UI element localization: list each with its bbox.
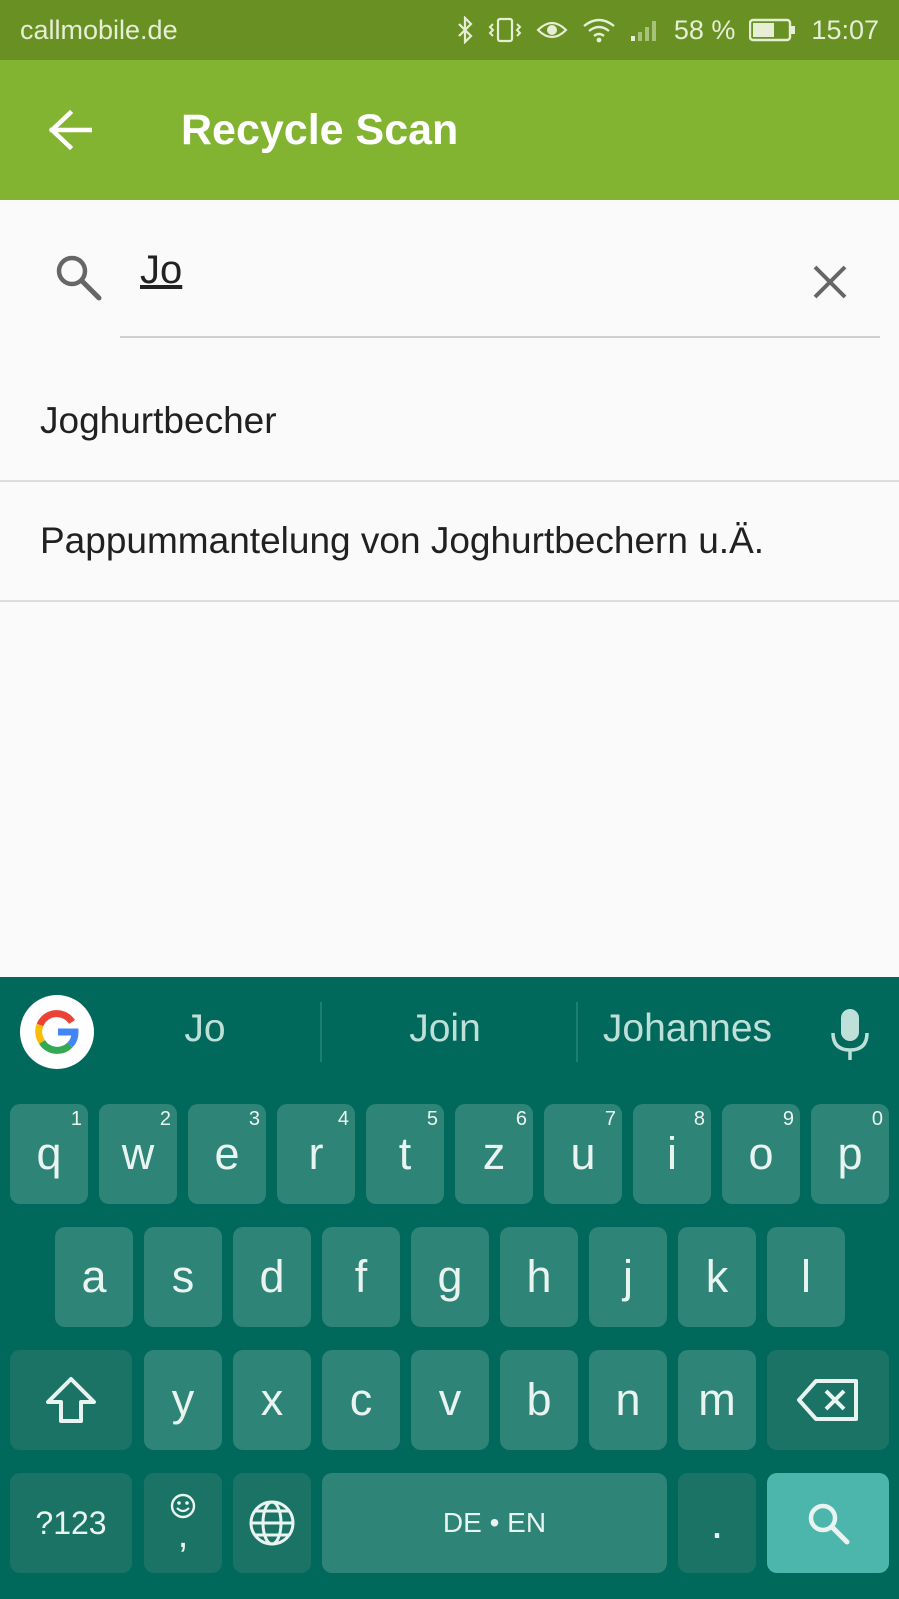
key-l[interactable]: l (767, 1227, 845, 1327)
wifi-icon (582, 17, 616, 43)
suggestion-1[interactable]: Jo (140, 1007, 270, 1051)
suggestion-2[interactable]: Join (360, 1007, 530, 1051)
search-query: Jo (140, 248, 183, 292)
search-icon (804, 1499, 852, 1547)
status-icons: 58 % 15:07 (456, 15, 879, 46)
period-key[interactable]: . (678, 1473, 756, 1573)
battery-percent: 58 % (673, 14, 736, 45)
app-bar: Recycle Scan (0, 60, 899, 200)
backspace-key[interactable] (767, 1350, 889, 1450)
clock: 15:07 (811, 14, 879, 45)
key-q[interactable]: q1 (10, 1104, 88, 1204)
key-t[interactable]: t5 (366, 1104, 444, 1204)
key-x[interactable]: x (233, 1350, 311, 1450)
key-a[interactable]: a (55, 1227, 133, 1327)
search-key[interactable] (767, 1473, 889, 1573)
shift-icon (44, 1375, 98, 1425)
google-icon[interactable] (20, 995, 94, 1069)
suggestion-bar: Jo Join Johannes (0, 977, 899, 1097)
page-title: Recycle Scan (181, 106, 459, 154)
language-key[interactable] (233, 1473, 311, 1573)
comma-key[interactable]: , (144, 1473, 222, 1573)
key-e[interactable]: e3 (188, 1104, 266, 1204)
key-k[interactable]: k (678, 1227, 756, 1327)
key-m[interactable]: m (678, 1350, 756, 1450)
key-o[interactable]: o9 (722, 1104, 800, 1204)
key-w[interactable]: w2 (99, 1104, 177, 1204)
search-input[interactable]: Jo (120, 248, 880, 338)
vibrate-icon (488, 16, 522, 44)
key-j[interactable]: j (589, 1227, 667, 1327)
keyboard: Jo Join Johannes q1 w2 e3 r4 t5 z6 u7 i8… (0, 977, 899, 1599)
eye-icon (536, 18, 568, 42)
key-g[interactable]: g (411, 1227, 489, 1327)
key-f[interactable]: f (322, 1227, 400, 1327)
key-c[interactable]: c (322, 1350, 400, 1450)
key-b[interactable]: b (500, 1350, 578, 1450)
key-r[interactable]: r4 (277, 1104, 355, 1204)
globe-icon (247, 1498, 297, 1548)
suggestion-divider (576, 1002, 578, 1062)
key-i[interactable]: i8 (633, 1104, 711, 1204)
key-v[interactable]: v (411, 1350, 489, 1450)
key-u[interactable]: u7 (544, 1104, 622, 1204)
key-s[interactable]: s (144, 1227, 222, 1327)
microphone-icon[interactable] (828, 1007, 872, 1063)
key-p[interactable]: p0 (811, 1104, 889, 1204)
signal-icon (630, 18, 660, 42)
suggestion-divider (320, 1002, 322, 1062)
space-bar[interactable]: DE • EN (322, 1473, 667, 1573)
carrier-name: callmobile.de (20, 14, 178, 45)
key-n[interactable]: n (589, 1350, 667, 1450)
search-icon (52, 251, 106, 305)
arrow-left-icon[interactable] (40, 100, 100, 160)
list-item[interactable]: Pappummantelung von Joghurtbechern u.Ä. (0, 482, 899, 602)
battery-icon (749, 18, 797, 42)
status-bar: callmobile.de 58 % 15:07 (0, 0, 899, 60)
shift-key[interactable] (10, 1350, 132, 1450)
backspace-icon (796, 1378, 860, 1422)
key-h[interactable]: h (500, 1227, 578, 1327)
key-d[interactable]: d (233, 1227, 311, 1327)
close-icon[interactable] (800, 252, 860, 312)
bluetooth-icon (456, 16, 474, 44)
key-y[interactable]: y (144, 1350, 222, 1450)
suggestion-3[interactable]: Johannes (585, 1007, 790, 1051)
key-z[interactable]: z6 (455, 1104, 533, 1204)
list-item[interactable]: Joghurtbecher (0, 362, 899, 482)
symbols-key[interactable]: ?123 (10, 1473, 132, 1573)
